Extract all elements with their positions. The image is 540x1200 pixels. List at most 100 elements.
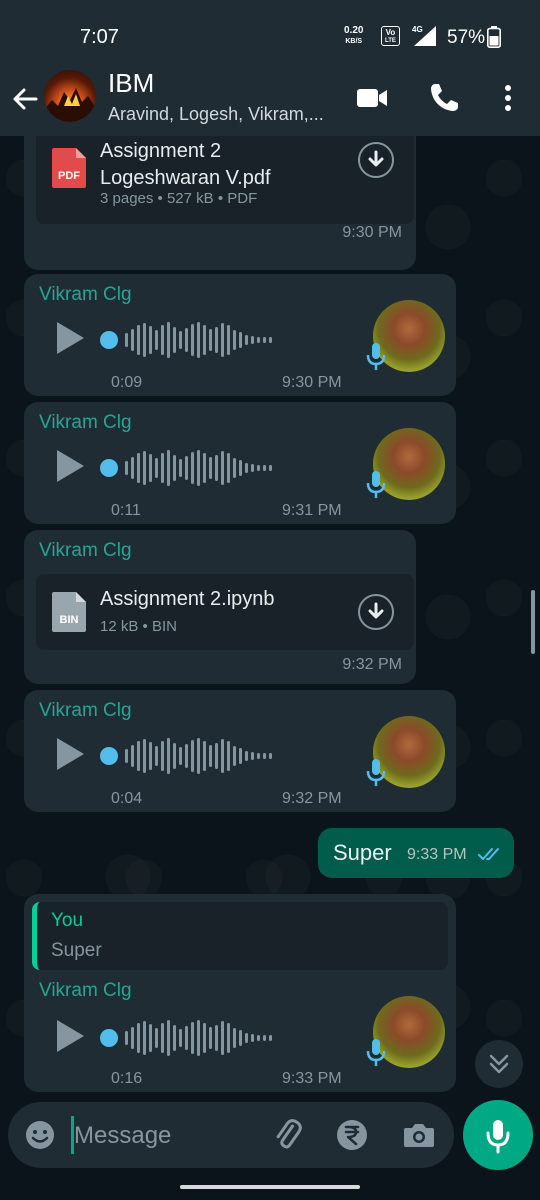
waveform-bar	[173, 743, 176, 769]
network-type: 4G	[412, 25, 423, 34]
voice-message[interactable]: Vikram Clg 0:04 9:32 PM	[24, 690, 456, 812]
waveform-bar	[173, 327, 176, 353]
quoted-text: Super	[51, 940, 102, 961]
waveform-bar	[185, 744, 188, 768]
mic-icon	[364, 342, 388, 377]
waveform-bar	[215, 743, 218, 769]
waveform-bar	[221, 1021, 224, 1055]
back-arrow-icon[interactable]	[8, 82, 42, 116]
waveform-bar	[215, 455, 218, 481]
group-avatar[interactable]	[44, 70, 96, 122]
audio-waveform[interactable]	[100, 1020, 272, 1056]
audio-waveform[interactable]	[100, 450, 272, 486]
text-cursor	[71, 1116, 74, 1154]
document-meta: 12 kB • BIN	[100, 618, 177, 635]
playback-position-dot[interactable]	[100, 459, 118, 477]
scroll-to-bottom-button[interactable]	[475, 1040, 523, 1088]
sender-name: Vikram Clg	[39, 412, 132, 433]
volte-top: Vo	[385, 28, 396, 37]
scrollbar-thumb[interactable]	[531, 590, 535, 654]
message-time: 9:32 PM	[342, 656, 402, 673]
waveform-bar	[269, 1035, 272, 1041]
waveform-bar	[251, 336, 254, 344]
waveform-bar	[263, 753, 266, 759]
playback-position-dot[interactable]	[100, 331, 118, 349]
rupee-icon[interactable]	[334, 1117, 370, 1153]
chat-messages[interactable]: PDF Assignment 2 Logeshwaran V.pdf 3 pag…	[0, 136, 540, 1100]
waveform-bar	[179, 459, 182, 477]
waveform-bar	[239, 332, 242, 348]
attach-icon[interactable]	[270, 1117, 306, 1153]
waveform-bar	[227, 453, 230, 483]
chat-subtitle[interactable]: Aravind, Logesh, Vikram,...	[108, 104, 338, 125]
waveform-bar	[131, 457, 134, 479]
document-message[interactable]: PDF Assignment 2 Logeshwaran V.pdf 3 pag…	[24, 136, 416, 270]
waveform-bar	[257, 337, 260, 343]
audio-waveform[interactable]	[100, 322, 272, 358]
emoji-icon[interactable]	[22, 1117, 58, 1153]
waveform-bar	[203, 325, 206, 355]
message-composer	[8, 1102, 454, 1170]
document-name-line1: Assignment 2	[100, 140, 222, 162]
waveform-bar	[245, 463, 248, 473]
play-icon[interactable]	[54, 320, 86, 361]
mic-icon	[364, 470, 388, 505]
playback-position-dot[interactable]	[100, 747, 118, 765]
document-message[interactable]: Vikram Clg BIN Assignment 2.ipynb 12 kB …	[24, 530, 416, 684]
mic-icon	[364, 1038, 388, 1073]
phone-icon[interactable]	[426, 80, 462, 116]
waveform-bar	[125, 1031, 128, 1045]
download-icon[interactable]	[358, 142, 394, 178]
video-call-icon[interactable]	[354, 80, 390, 116]
gesture-nav-bar[interactable]	[180, 1185, 360, 1189]
audio-waveform[interactable]	[100, 738, 272, 774]
message-input[interactable]	[72, 1102, 256, 1170]
voice-message[interactable]: Vikram Clg 0:09 9:30 PM	[24, 274, 456, 396]
waveform-bar	[149, 454, 152, 482]
waveform-bar	[125, 333, 128, 347]
waveform-bar	[161, 325, 164, 355]
chat-title[interactable]: IBM	[108, 68, 154, 99]
network-speed: 0.20 KB/S	[344, 25, 363, 47]
waveform-bar	[191, 1022, 194, 1054]
outgoing-message[interactable]: Super 9:33 PM	[318, 828, 514, 878]
waveform-bar	[167, 450, 170, 486]
waveform-bar	[179, 747, 182, 765]
waveform-bar	[143, 451, 146, 485]
document-card[interactable]: BIN Assignment 2.ipynb 12 kB • BIN	[36, 574, 414, 650]
playback-position-dot[interactable]	[100, 1029, 118, 1047]
play-icon[interactable]	[54, 1018, 86, 1059]
voice-record-button[interactable]	[463, 1100, 533, 1170]
waveform-bar	[131, 1027, 134, 1049]
waveform-bar	[239, 460, 242, 476]
waveform-bar	[137, 1023, 140, 1053]
waveform-bar	[239, 748, 242, 764]
waveform-bar	[197, 738, 200, 774]
quoted-reply[interactable]: You Super	[32, 902, 448, 970]
waveform-bar	[257, 753, 260, 759]
download-icon[interactable]	[358, 594, 394, 630]
document-card[interactable]: PDF Assignment 2 Logeshwaran V.pdf 3 pag…	[36, 136, 414, 224]
waveform-bar	[263, 337, 266, 343]
battery-icon	[487, 26, 501, 53]
waveform-bar	[143, 323, 146, 357]
voice-reply-message[interactable]: You Super Vikram Clg 0:16 9:33 PM	[24, 894, 456, 1092]
more-vert-icon[interactable]	[490, 80, 526, 116]
play-icon[interactable]	[54, 736, 86, 777]
waveform-bar	[197, 450, 200, 486]
waveform-bar	[185, 1026, 188, 1050]
audio-duration: 0:11	[111, 502, 141, 519]
waveform-bar	[179, 1029, 182, 1047]
waveform-bar	[143, 739, 146, 773]
chat-header: IBM Aravind, Logesh, Vikram,...	[0, 68, 540, 136]
waveform-bar	[167, 1020, 170, 1056]
camera-icon[interactable]	[401, 1117, 437, 1153]
double-chevron-down-icon	[489, 1054, 509, 1074]
voice-message[interactable]: Vikram Clg 0:11 9:31 PM	[24, 402, 456, 524]
waveform-bar	[239, 1030, 242, 1046]
waveform-bar	[191, 740, 194, 772]
message-text: Super	[333, 840, 392, 865]
waveform-bar	[137, 741, 140, 771]
audio-duration: 0:04	[111, 790, 143, 807]
play-icon[interactable]	[54, 448, 86, 489]
